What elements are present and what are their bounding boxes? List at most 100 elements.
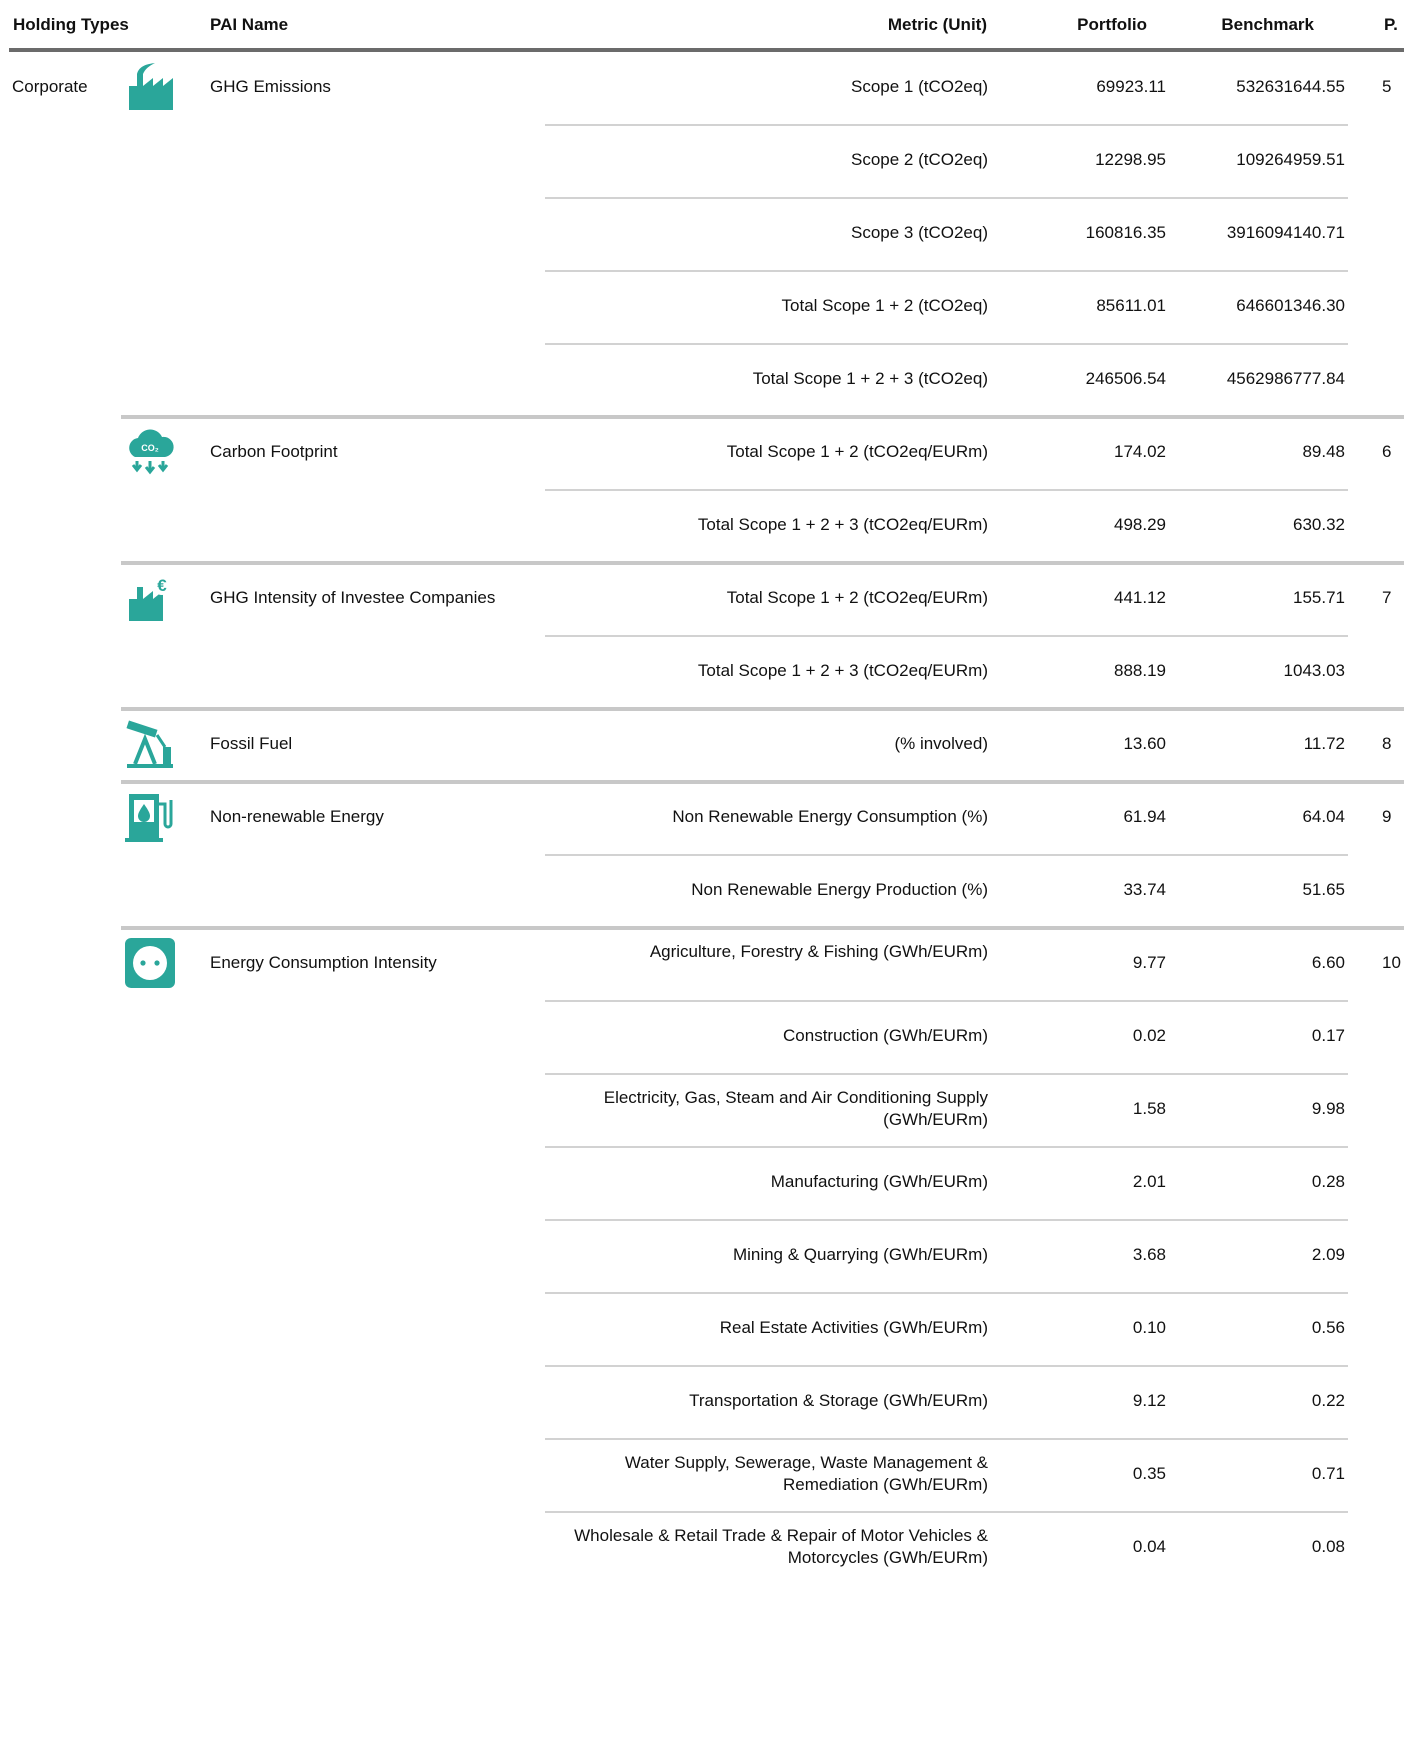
portfolio-value: 9.77 [1132, 953, 1166, 972]
portfolio-value: 0.04 [1132, 1537, 1166, 1556]
metric-unit: Total Scope 1 + 2 + 3 (tCO2eq) [752, 369, 988, 388]
metric-unit: Manufacturing (GWh/EURm) [770, 1172, 988, 1191]
pai-name: Carbon Footprint [210, 442, 338, 461]
table-row: Total Scope 1 + 2 + 3 (tCO2eq/EURm) 888.1… [0, 636, 1404, 709]
table-row: Non-renewable Energy 9 Non Renewable Energ… [0, 782, 1404, 855]
page-number: 8 [1382, 734, 1392, 753]
factory-emissions-icon [123, 60, 177, 114]
table-row: Electricity, Gas, Steam and Air Conditio… [0, 1074, 1404, 1147]
metric-unit: Real Estate Activities (GWh/EURm) [719, 1318, 988, 1337]
benchmark-value: 2.09 [1311, 1245, 1345, 1264]
benchmark-value: 0.71 [1311, 1464, 1345, 1483]
metric-unit: Mining & Quarrying (GWh/EURm) [732, 1245, 988, 1264]
pai-name: GHG Intensity of Investee Companies [210, 588, 496, 607]
portfolio-value: 441.12 [1114, 588, 1166, 607]
portfolio-value: 888.19 [1114, 661, 1166, 680]
co2-cloud-icon: CO₂ [123, 425, 177, 479]
metric-unit: Total Scope 1 + 2 + 3 (tCO2eq/EURm) [697, 515, 988, 534]
table-row: Corporate GHG Emissions 5 Scope 1 (tCO2eq) 6… [0, 52, 1404, 125]
table-row: Fossil Fuel 8 (% involved) 13.60 11.72 [0, 709, 1404, 782]
portfolio-value: 498.29 [1114, 515, 1166, 534]
table-row: Wholesale & Retail Trade & Repair of Mot… [0, 1512, 1404, 1585]
table-row: Scope 2 (tCO2eq) 12298.95 109264959.51 [0, 125, 1404, 198]
benchmark-value: 0.17 [1311, 1026, 1345, 1045]
benchmark-value: 532631644.55 [1236, 77, 1345, 96]
svg-text:€: € [157, 576, 167, 595]
factory-euro-icon: € [123, 571, 177, 625]
benchmark-value: 11.72 [1303, 734, 1345, 753]
metric-unit: Scope 3 (tCO2eq) [850, 223, 988, 242]
portfolio-value: 85611.01 [1096, 296, 1166, 315]
metric-unit: Scope 2 (tCO2eq) [850, 150, 988, 169]
metric-unit: Water Supply, Sewerage, Waste Management… [624, 1453, 988, 1494]
metric-unit: Total Scope 1 + 2 (tCO2eq/EURm) [726, 588, 988, 607]
benchmark-value: 0.22 [1311, 1391, 1345, 1410]
table-row: Total Scope 1 + 2 + 3 (tCO2eq) 246506.54 4… [0, 344, 1404, 417]
benchmark-value: 1043.03 [1283, 661, 1345, 680]
metric-unit: Agriculture, Forestry & Fishing (GWh/EUR… [649, 942, 988, 961]
benchmark-value: 6.60 [1311, 953, 1345, 972]
table-header: Holding Types PAI Name Metric (Unit) Por… [9, 0, 1404, 52]
portfolio-value: 1.58 [1132, 1099, 1166, 1118]
portfolio-value: 0.10 [1132, 1318, 1166, 1337]
svg-text:CO₂: CO₂ [141, 443, 159, 453]
header-pai-name: PAI Name [210, 15, 289, 34]
metric-unit: Total Scope 1 + 2 (tCO2eq) [781, 296, 988, 315]
table-row: Total Scope 1 + 2 + 3 (tCO2eq/EURm) 498.2… [0, 490, 1404, 563]
benchmark-value: 646601346.30 [1236, 296, 1345, 315]
pai-name: Energy Consumption Intensity [210, 953, 437, 972]
portfolio-value: 0.02 [1132, 1026, 1166, 1045]
fuel-station-icon [123, 790, 177, 844]
page-number: 6 [1382, 442, 1392, 461]
portfolio-value: 160816.35 [1085, 223, 1166, 242]
header-metric-unit: Metric (Unit) [887, 15, 987, 34]
holding-type: Corporate [12, 77, 88, 96]
power-socket-icon [123, 936, 177, 990]
benchmark-value: 9.98 [1311, 1099, 1345, 1118]
portfolio-value: 13.60 [1123, 734, 1166, 753]
header-benchmark: Benchmark [1221, 15, 1314, 34]
benchmark-value: 630.32 [1293, 515, 1345, 534]
metric-unit: Construction (GWh/EURm) [783, 1026, 988, 1045]
portfolio-value: 3.68 [1132, 1245, 1166, 1264]
page-number: 5 [1382, 77, 1392, 96]
benchmark-value: 155.71 [1293, 588, 1345, 607]
table-row: Transportation & Storage (GWh/EURm) 9.12 0… [0, 1366, 1404, 1439]
portfolio-value: 246506.54 [1085, 369, 1166, 388]
metric-unit: Non Renewable Energy Production (%) [691, 880, 988, 899]
table-row: Energy Consumption Intensity 10 Agricultur… [0, 928, 1404, 1001]
metric-unit: Wholesale & Retail Trade & Repair of Mot… [574, 1526, 988, 1567]
metric-unit: Scope 1 (tCO2eq) [850, 77, 988, 96]
portfolio-value: 2.01 [1132, 1172, 1166, 1191]
oil-pump-icon [123, 717, 177, 771]
page-number: 10 [1382, 953, 1401, 972]
table-row: Non Renewable Energy Production (%) 33.74… [0, 855, 1404, 928]
table-row: Manufacturing (GWh/EURm) 2.01 0.28 [0, 1147, 1404, 1220]
portfolio-value: 69923.11 [1096, 77, 1166, 96]
table-row: € GHG Intensity of Investee Companies 7 Tot… [0, 563, 1404, 636]
metric-unit: Total Scope 1 + 2 + 3 (tCO2eq/EURm) [697, 661, 988, 680]
metric-unit: Non Renewable Energy Consumption (%) [672, 807, 988, 826]
header-holding-types: Holding Types [13, 15, 129, 34]
portfolio-value: 9.12 [1132, 1391, 1166, 1410]
portfolio-value: 33.74 [1123, 880, 1166, 899]
benchmark-value: 0.28 [1311, 1172, 1345, 1191]
table-row: CO₂ Carbon Footprint 6 Total Scope 1 + 2 (t… [0, 417, 1404, 490]
metric-unit: (% involved) [894, 734, 988, 753]
metric-unit: Transportation & Storage (GWh/EURm) [689, 1391, 988, 1410]
table-row: Mining & Quarrying (GWh/EURm) 3.68 2.09 [0, 1220, 1404, 1293]
pai-name: Fossil Fuel [210, 734, 293, 753]
benchmark-value: 89.48 [1302, 442, 1345, 461]
portfolio-value: 0.35 [1132, 1464, 1166, 1483]
benchmark-value: 0.08 [1311, 1537, 1345, 1556]
table-row: Total Scope 1 + 2 (tCO2eq) 85611.01 646601… [0, 271, 1404, 344]
header-portfolio: Portfolio [1077, 15, 1147, 34]
table-row: Scope 3 (tCO2eq) 160816.35 3916094140.71 [0, 198, 1404, 271]
benchmark-value: 64.04 [1302, 807, 1345, 826]
metric-unit: Electricity, Gas, Steam and Air Conditio… [603, 1088, 988, 1129]
benchmark-value: 3916094140.71 [1226, 223, 1345, 242]
benchmark-value: 0.56 [1311, 1318, 1345, 1337]
benchmark-value: 4562986777.84 [1226, 369, 1345, 388]
table-row: Water Supply, Sewerage, Waste Management… [0, 1439, 1404, 1512]
header-page: P. [1384, 15, 1398, 34]
